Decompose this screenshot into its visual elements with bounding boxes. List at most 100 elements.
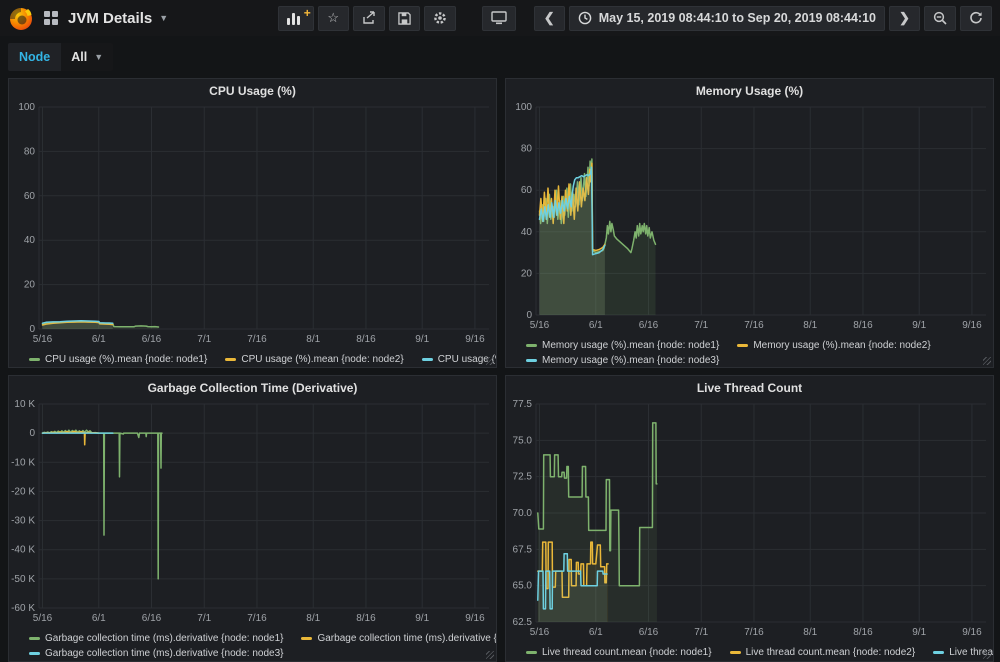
svg-text:6/1: 6/1 — [92, 613, 106, 624]
svg-text:6/1: 6/1 — [589, 627, 603, 638]
svg-text:60: 60 — [521, 185, 533, 196]
chevron-left-icon: ❮ — [544, 10, 555, 26]
panel-gc-time: Garbage Collection Time (Derivative) 10 … — [8, 375, 497, 662]
refresh-button[interactable] — [960, 6, 992, 31]
svg-text:7/16: 7/16 — [247, 334, 267, 345]
panel-resize-handle[interactable] — [486, 651, 494, 659]
svg-text:65.0: 65.0 — [513, 581, 533, 592]
svg-text:6/16: 6/16 — [142, 334, 162, 345]
legend-item[interactable]: Garbage collection time (ms).derivative … — [29, 646, 283, 661]
cpu-usage-chart[interactable]: 0204060801005/166/16/167/17/168/18/169/1… — [9, 99, 496, 350]
gc-time-legend: Garbage collection time (ms).derivative … — [9, 629, 496, 661]
star-dashboard-button[interactable]: ☆ — [318, 6, 349, 31]
svg-text:9/1: 9/1 — [415, 613, 429, 624]
svg-text:8/1: 8/1 — [803, 320, 817, 331]
svg-text:80: 80 — [24, 146, 36, 157]
legend-color-dash — [737, 344, 748, 347]
svg-text:9/16: 9/16 — [962, 320, 982, 331]
chevron-down-icon: ▼ — [94, 52, 103, 62]
time-range-back-button[interactable]: ❮ — [534, 6, 565, 31]
legend-item[interactable]: Garbage collection time (ms).derivative … — [29, 631, 283, 646]
panel-live-thread-count: Live Thread Count 77.575.072.570.067.565… — [505, 375, 994, 662]
svg-text:10 K: 10 K — [14, 399, 35, 410]
cycle-view-mode-button[interactable] — [482, 6, 516, 31]
svg-text:6/16: 6/16 — [639, 627, 659, 638]
legend-color-dash — [29, 358, 40, 361]
panel-title[interactable]: Live Thread Count — [506, 376, 993, 396]
svg-text:8/16: 8/16 — [356, 334, 376, 345]
legend-label: Memory usage (%).mean {node: node1} — [542, 338, 719, 353]
dashboard-grid: CPU Usage (%) 0204060801005/166/16/167/1… — [0, 78, 1000, 662]
svg-text:7/16: 7/16 — [247, 613, 267, 624]
dashboards-grid-icon[interactable] — [44, 11, 58, 25]
share-dashboard-button[interactable] — [353, 6, 385, 31]
save-icon — [398, 12, 411, 25]
svg-text:7/16: 7/16 — [744, 627, 764, 638]
legend-item[interactable]: Garbage collection time (ms).derivative … — [301, 631, 497, 646]
variable-value-text: All — [71, 50, 87, 64]
live-thread-count-legend: Live thread count.mean {node: node1} Live… — [506, 643, 993, 660]
top-navbar: JVM Details ▼ + ☆ — [0, 0, 1000, 36]
svg-text:9/16: 9/16 — [962, 627, 982, 638]
svg-text:6/16: 6/16 — [639, 320, 659, 331]
svg-text:40: 40 — [521, 227, 533, 238]
gc-time-chart[interactable]: 10 K0-10 K-20 K-30 K-40 K-50 K-60 K5/166… — [9, 396, 496, 629]
dashboard-title-dropdown[interactable]: JVM Details ▼ — [68, 10, 168, 27]
memory-usage-chart[interactable]: 0204060801005/166/16/167/17/168/18/169/1… — [506, 99, 993, 336]
share-icon — [362, 11, 376, 25]
add-panel-button[interactable]: + — [278, 6, 314, 31]
legend-item[interactable]: Live thread count.mean {node: node1} — [526, 645, 712, 660]
live-thread-count-chart[interactable]: 77.575.072.570.067.565.062.55/166/16/167… — [506, 396, 993, 643]
save-dashboard-button[interactable] — [389, 6, 420, 31]
svg-text:-20 K: -20 K — [11, 486, 35, 497]
legend-label: Garbage collection time (ms).derivative … — [317, 631, 497, 646]
svg-text:80: 80 — [521, 144, 533, 155]
legend-color-dash — [422, 358, 433, 361]
svg-text:100: 100 — [515, 102, 532, 113]
panel-resize-handle[interactable] — [486, 357, 494, 365]
legend-label: Live thread count.mean {node: node2} — [746, 645, 916, 660]
legend-item[interactable]: CPU usage (%).mean {node: node1} — [29, 352, 207, 367]
legend-color-dash — [730, 651, 741, 654]
panel-resize-handle[interactable] — [983, 357, 991, 365]
legend-color-dash — [526, 344, 537, 347]
legend-item[interactable]: Memory usage (%).mean {node: node1} — [526, 338, 719, 353]
svg-text:5/16: 5/16 — [33, 613, 53, 624]
svg-text:7/16: 7/16 — [744, 320, 764, 331]
svg-text:8/16: 8/16 — [356, 613, 376, 624]
svg-text:20: 20 — [24, 280, 36, 291]
svg-text:6/1: 6/1 — [92, 334, 106, 345]
panel-resize-handle[interactable] — [983, 651, 991, 659]
svg-text:75.0: 75.0 — [513, 435, 533, 446]
chevron-down-icon: ▼ — [159, 13, 168, 23]
template-variable-node: Node All ▼ — [8, 43, 113, 71]
time-range-picker-button[interactable]: May 15, 2019 08:44:10 to Sep 20, 2019 08… — [569, 6, 885, 31]
legend-item[interactable]: Live thread count.mean {node: node2} — [730, 645, 916, 660]
panel-title[interactable]: CPU Usage (%) — [9, 79, 496, 99]
svg-text:-50 K: -50 K — [11, 574, 35, 585]
svg-text:-40 K: -40 K — [11, 545, 35, 556]
legend-item[interactable]: Memory usage (%).mean {node: node2} — [737, 338, 930, 353]
legend-item[interactable]: CPU usage (%).mean {node: node2} — [225, 352, 403, 367]
page-title: JVM Details — [68, 10, 152, 27]
svg-text:5/16: 5/16 — [530, 320, 550, 331]
svg-text:8/1: 8/1 — [306, 613, 320, 624]
panel-title[interactable]: Garbage Collection Time (Derivative) — [9, 376, 496, 396]
legend-label: CPU usage (%).mean {node: node1} — [45, 352, 207, 367]
star-icon: ☆ — [327, 10, 339, 26]
svg-text:70.0: 70.0 — [513, 508, 533, 519]
legend-label: Memory usage (%).mean {node: node2} — [753, 338, 930, 353]
dashboard-settings-button[interactable] — [424, 6, 456, 31]
panel-title[interactable]: Memory Usage (%) — [506, 79, 993, 99]
legend-item[interactable]: Memory usage (%).mean {node: node3} — [526, 353, 719, 368]
zoom-out-time-button[interactable] — [924, 6, 956, 31]
zoom-out-icon — [933, 11, 947, 25]
settings-gear-icon — [433, 11, 447, 25]
legend-label: Garbage collection time (ms).derivative … — [45, 646, 283, 661]
svg-text:67.5: 67.5 — [513, 544, 533, 555]
svg-text:8/16: 8/16 — [853, 320, 873, 331]
variable-value-dropdown[interactable]: All ▼ — [61, 43, 113, 71]
grafana-logo[interactable] — [8, 5, 34, 31]
tv-kiosk-icon — [491, 11, 507, 25]
time-range-forward-button[interactable]: ❯ — [889, 6, 920, 31]
